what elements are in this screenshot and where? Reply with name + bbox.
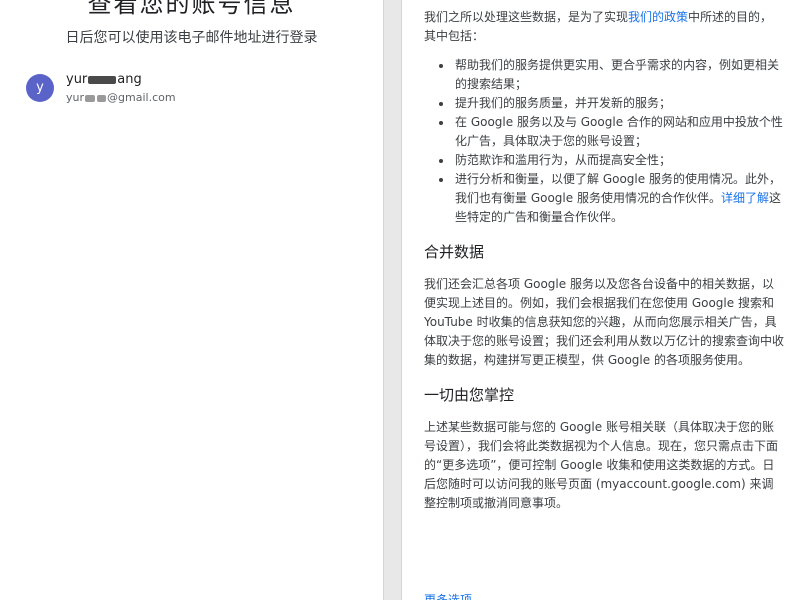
account-name-start: yur: [66, 72, 88, 87]
privacy-pane: 我们之所以处理这些数据，是为了实现我们的政策中所述的目的，其中包括： 帮助我们的…: [401, 0, 800, 600]
privacy-content: 我们之所以处理这些数据，是为了实现我们的政策中所述的目的，其中包括： 帮助我们的…: [424, 8, 784, 513]
list-item: 进行分析和衡量，以便了解 Google 服务的使用情况。此外，我们也有衡量 Go…: [439, 170, 784, 227]
redaction-mark: [85, 94, 96, 102]
purpose-list: 帮助我们的服务提供更实用、更合乎需求的内容，例如更相关的搜索结果； 提升我们的服…: [424, 56, 784, 227]
section-heading-combine: 合并数据: [424, 243, 485, 261]
list-item: 提升我们的服务质量，并开发新的服务；: [439, 94, 784, 113]
section-body-combine: 我们还会汇总各项 Google 服务以及您各台设备中的相关数据，以便实现上述目的…: [424, 277, 785, 367]
redaction-mark: [88, 75, 117, 84]
page-title: 查看您的账号信息: [87, 0, 296, 18]
policy-link[interactable]: 我们的政策: [628, 10, 688, 24]
learn-more-link[interactable]: 详细了解: [721, 191, 769, 205]
account-pane: 查看您的账号信息 日后您可以使用该电子邮件地址进行登录 y yur ang yur…: [0, 0, 384, 600]
intro-text: 我们之所以处理这些数据，是为了实现: [424, 10, 629, 24]
account-email: yur @gmail.com: [66, 91, 176, 104]
list-item: 帮助我们的服务提供更实用、更合乎需求的内容，例如更相关的搜索结果；: [439, 56, 784, 94]
section-body-control: 上述某些数据可能与您的 Google 账号相关联（具体取决于您的账号设置），我们…: [424, 420, 779, 510]
list-item: 防范欺诈和滥用行为，从而提高安全性；: [439, 151, 784, 170]
account-name-end: ang: [117, 72, 142, 87]
page-subtitle: 日后您可以使用该电子邮件地址进行登录: [65, 30, 318, 46]
section-heading-control: 一切由您掌控: [424, 386, 515, 404]
account-email-end: @gmail.com: [107, 91, 176, 104]
account-email-start: yur: [66, 91, 85, 104]
account-name: yur ang: [66, 72, 142, 87]
intro-paragraph: 我们之所以处理这些数据，是为了实现我们的政策中所述的目的，其中包括：: [424, 8, 784, 46]
list-item: 在 Google 服务以及与 Google 合作的网站和应用中投放个性化广告，具…: [439, 113, 784, 151]
redaction-mark: [97, 94, 107, 102]
more-options-link[interactable]: 更多选项: [424, 591, 472, 600]
account-chip[interactable]: y yur ang yur @gmail.com: [26, 70, 356, 110]
avatar: y: [26, 74, 54, 102]
